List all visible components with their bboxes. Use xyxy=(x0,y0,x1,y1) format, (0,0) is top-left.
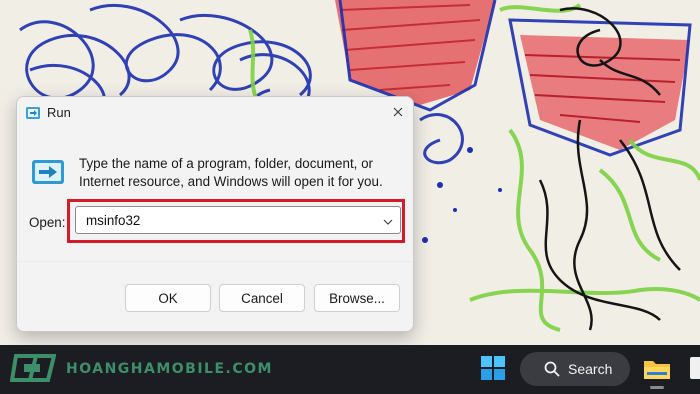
taskbar: HOANGHAMOBILE.COM Search xyxy=(0,345,700,394)
open-label: Open: xyxy=(29,215,66,230)
open-input-value[interactable]: msinfo32 xyxy=(86,213,140,228)
start-button[interactable] xyxy=(480,355,506,381)
dialog-title: Run xyxy=(47,105,71,120)
cancel-button[interactable]: Cancel xyxy=(219,284,305,312)
dropdown-button[interactable] xyxy=(382,215,394,227)
active-app-indicator xyxy=(650,386,664,389)
browse-button[interactable]: Browse... xyxy=(314,284,400,312)
watermark-logo xyxy=(9,353,57,383)
search-icon xyxy=(544,361,560,377)
taskbar-app[interactable] xyxy=(690,357,700,379)
close-icon xyxy=(393,107,403,117)
file-explorer-icon xyxy=(644,361,670,379)
run-app-icon xyxy=(25,106,41,120)
chevron-down-icon xyxy=(383,219,393,225)
ok-button[interactable]: OK xyxy=(125,284,211,312)
watermark-text: HOANGHAMOBILE.COM xyxy=(66,361,273,377)
dialog-footer: OK Cancel Browse... xyxy=(17,261,413,331)
file-explorer-button[interactable] xyxy=(643,357,671,381)
dialog-description: Type the name of a program, folder, docu… xyxy=(79,156,383,189)
open-combobox[interactable]: msinfo32 xyxy=(75,206,401,234)
run-app-icon xyxy=(31,159,65,185)
dialog-titlebar[interactable]: Run xyxy=(17,97,413,129)
run-dialog: Run Type the name of a program, folder, … xyxy=(16,96,414,332)
taskbar-search[interactable]: Search xyxy=(520,352,630,386)
search-label: Search xyxy=(568,361,613,377)
windows-start-icon xyxy=(481,356,505,380)
close-button[interactable] xyxy=(383,97,413,127)
dialog-content: Type the name of a program, folder, docu… xyxy=(17,129,413,261)
